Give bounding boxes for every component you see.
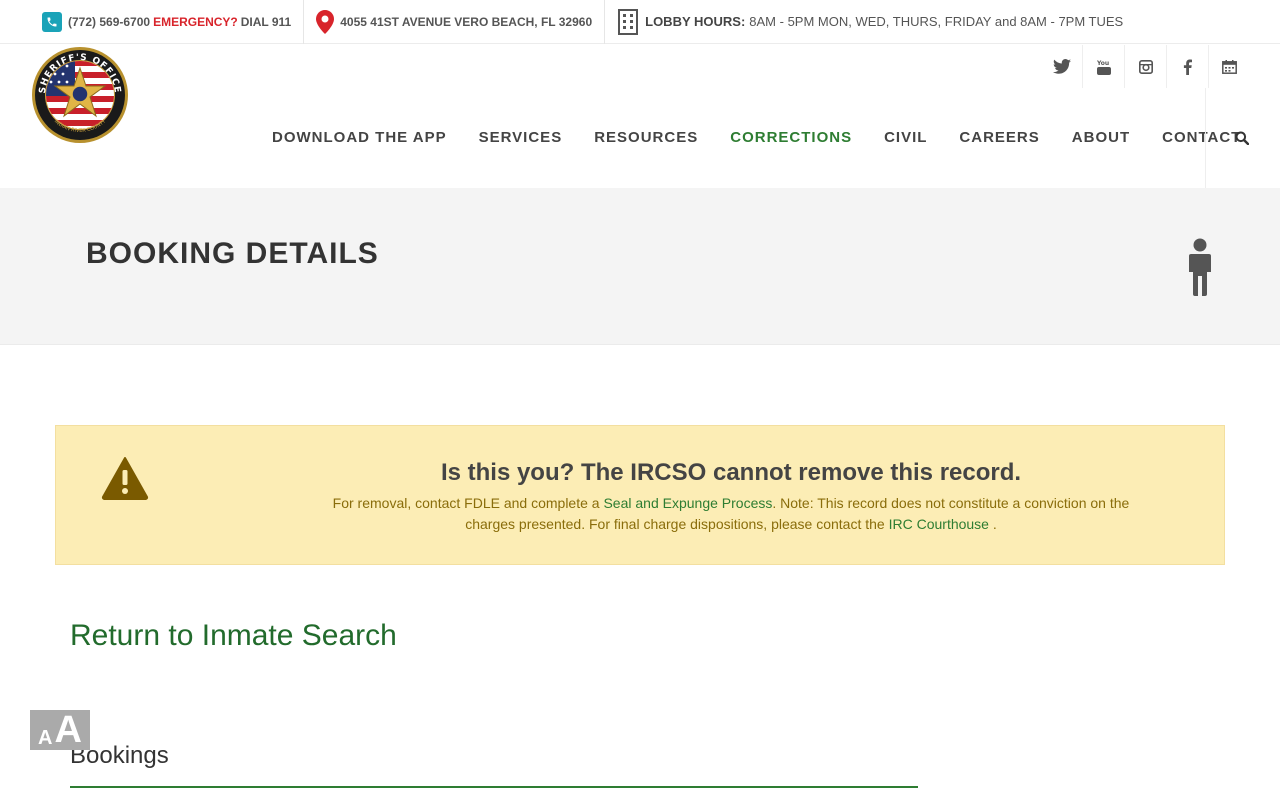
font-large-a: A [54,709,82,751]
font-small-a: A [38,727,53,749]
map-pin-icon [316,9,335,34]
irc-courthouse-link[interactable]: IRC Courthouse [889,516,989,532]
phone-icon [42,11,62,32]
phone-segment: (772) 569-6700 EMERGENCY? DIAL 911 [0,0,305,44]
page-title: BOOKING DETAILS [86,237,379,270]
nav-civil[interactable]: CIVIL [868,123,943,153]
nav-download-the-app[interactable]: DOWNLOAD THE APP [256,123,463,153]
instagram-icon[interactable] [1124,45,1166,88]
person-icon [1188,238,1212,301]
alert-text-1: For removal, contact FDLE and complete a [332,495,600,511]
phone-number[interactable]: (772) 569-6700 [68,15,150,29]
address-segment: 4055 41ST AVENUE VERO BEACH, FL 32960 [304,0,606,44]
nav-divider [1205,88,1206,188]
nav-careers[interactable]: CAREERS [943,123,1055,153]
seal-expunge-link[interactable]: Seal and Expunge Process [603,495,772,511]
nav-corrections[interactable]: CORRECTIONS [714,123,868,153]
twitter-icon[interactable] [1041,45,1082,88]
nav-resources[interactable]: RESOURCES [578,123,714,153]
return-to-inmate-search-link[interactable]: Return to Inmate Search [70,619,397,653]
emergency-label: EMERGENCY? [153,14,238,29]
main-nav: DOWNLOAD THE APP SERVICES RESOURCES CORR… [256,123,1257,153]
site-header: SHERIFF'S OFFICE INDIAN RIVER COUNTY You… [0,45,1280,188]
dial-911: DIAL 911 [240,14,292,29]
facebook-icon[interactable] [1166,45,1208,88]
social-links: You [1041,45,1250,88]
search-icon[interactable] [1232,128,1252,148]
record-alert: Is this you? The IRCSO cannot remove thi… [55,425,1225,565]
alert-text-3: . [992,516,997,532]
sheriff-logo[interactable]: SHERIFF'S OFFICE INDIAN RIVER COUNTY [31,46,129,144]
alert-title: Is this you? The IRCSO cannot remove thi… [440,459,1022,486]
lobby-segment: LOBBY HOURS: 8AM - 5PM MON, WED, THURS, … [605,0,1123,44]
calendar-icon[interactable] [1208,45,1250,88]
page-title-band: BOOKING DETAILS [0,188,1280,345]
nav-services[interactable]: SERVICES [463,123,579,153]
building-icon [617,8,639,35]
nav-about[interactable]: ABOUT [1056,123,1146,153]
alert-body: For removal, contact FDLE and complete a… [311,493,1151,535]
lobby-hours-value: 8AM - 5PM MON, WED, THURS, FRIDAY and 8A… [749,14,1124,29]
warning-icon [101,456,149,505]
youtube-icon[interactable]: You [1082,45,1124,88]
font-size-tool[interactable]: A A [30,710,90,750]
lobby-hours-label: LOBBY HOURS: [645,14,746,29]
address-text[interactable]: 4055 41ST AVENUE VERO BEACH, FL 32960 [340,15,592,29]
bookings-divider [70,786,918,788]
svg-text:You: You [1097,60,1109,67]
top-info-bar: (772) 569-6700 EMERGENCY? DIAL 911 4055 41… [0,0,1280,44]
